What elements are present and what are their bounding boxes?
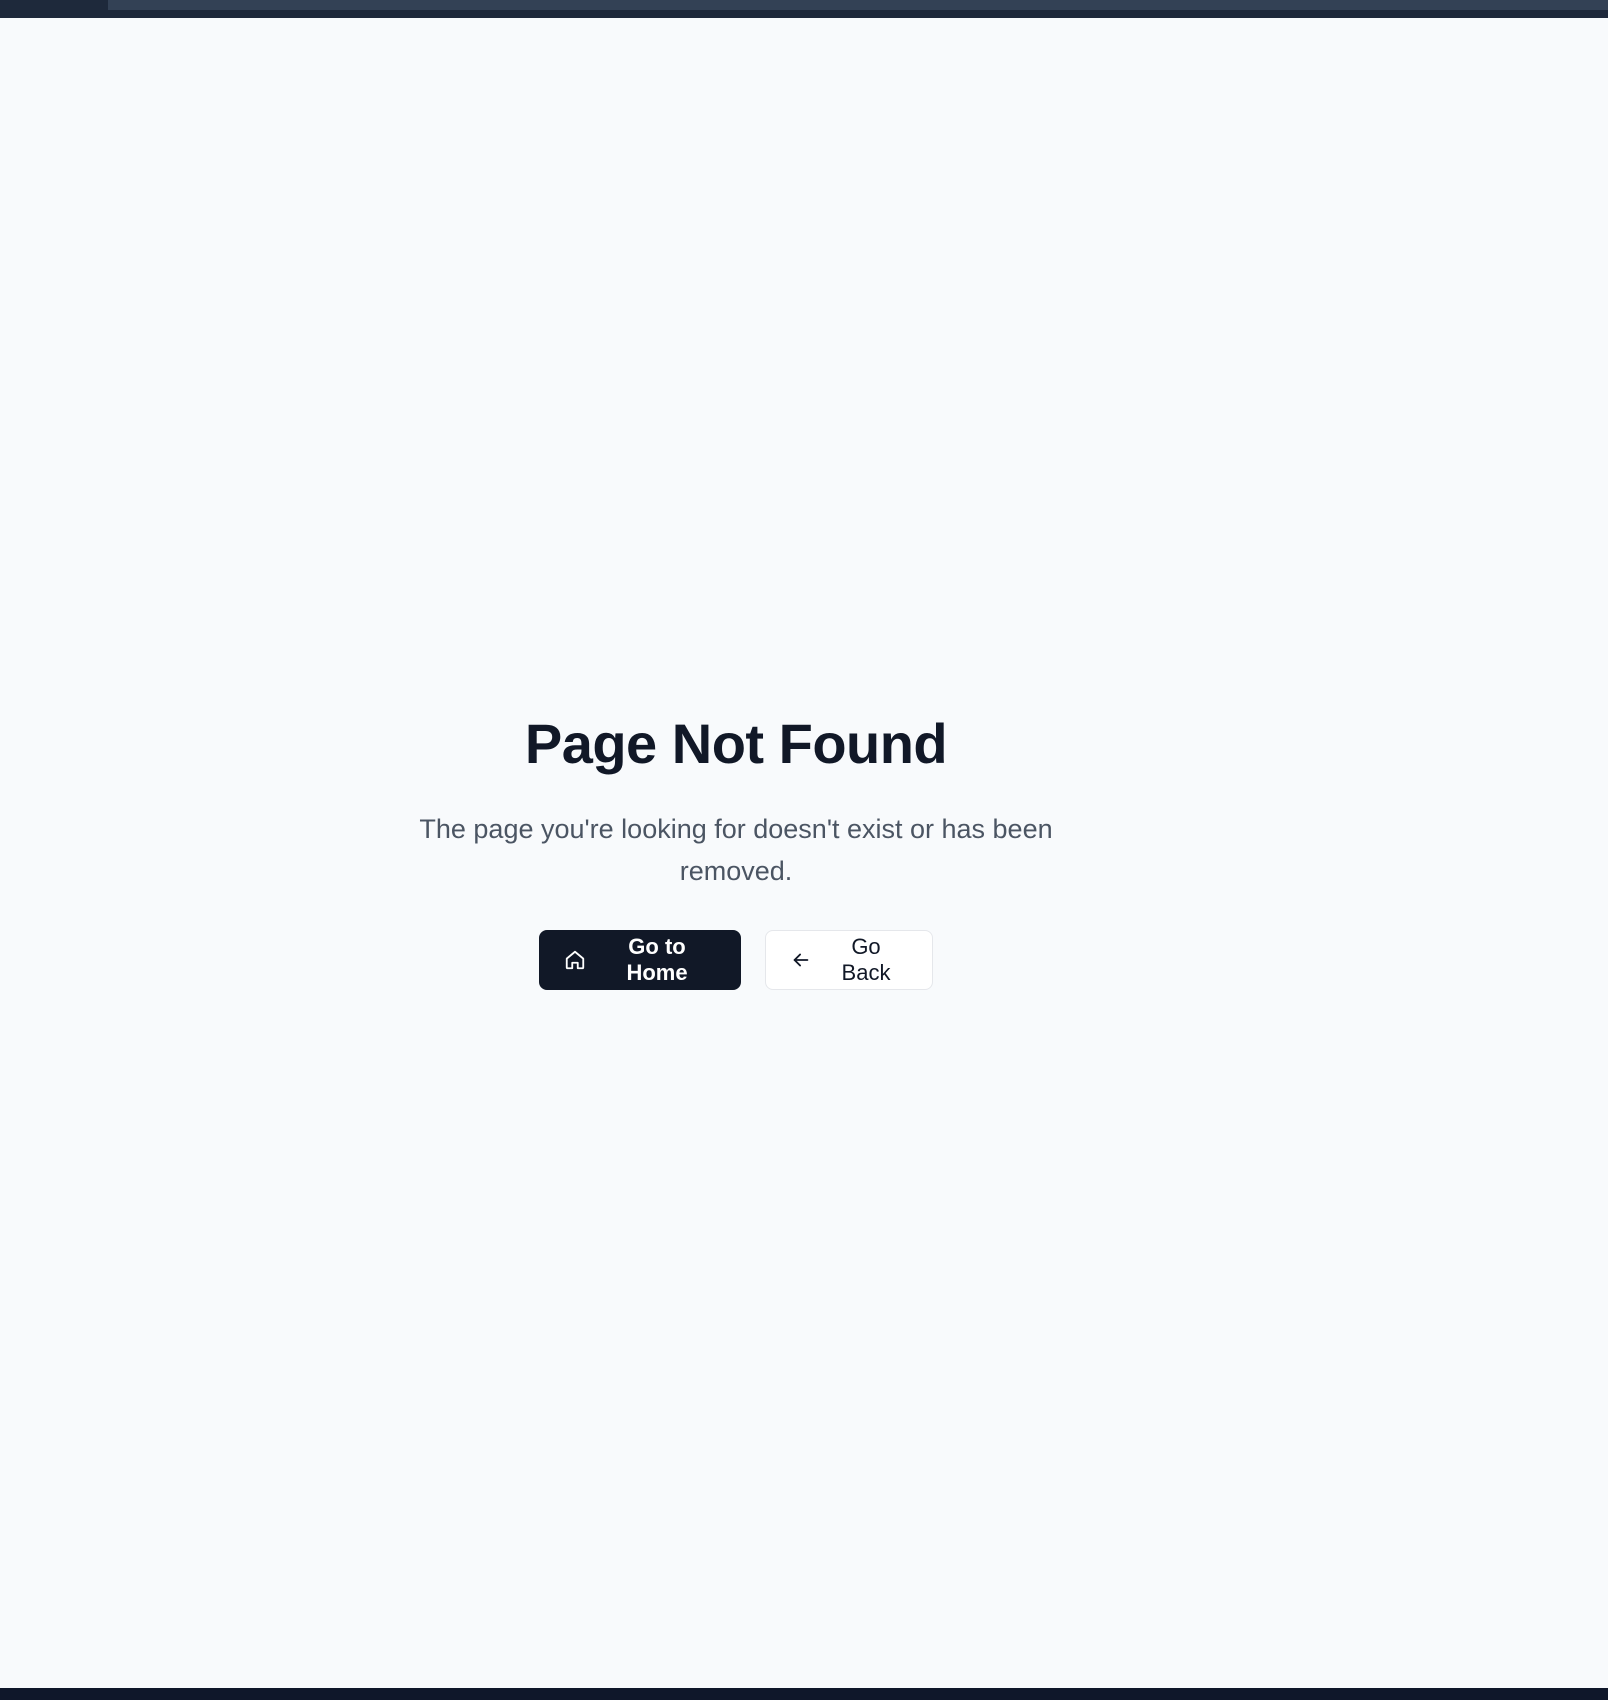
not-found-container: Page Not Found The page you're looking f…	[0, 688, 1540, 990]
bottom-bar	[0, 1688, 1608, 1700]
go-to-home-label: Go to Home	[626, 934, 688, 985]
top-bar	[0, 0, 1608, 18]
page-message: The page you're looking for doesn't exis…	[419, 814, 1053, 886]
arrow-left-icon	[790, 949, 812, 971]
home-icon	[564, 949, 586, 971]
not-found-content: Page Not Found The page you're looking f…	[0, 688, 1608, 990]
go-back-label: Go Back	[841, 934, 891, 985]
go-to-home-button[interactable]: Go to Home	[539, 930, 741, 990]
address-bar[interactable]	[108, 0, 1608, 10]
action-buttons: Go to Home Go Back	[539, 930, 933, 990]
page-title: Page Not Found	[524, 712, 948, 775]
go-back-button[interactable]: Go Back	[765, 930, 933, 990]
